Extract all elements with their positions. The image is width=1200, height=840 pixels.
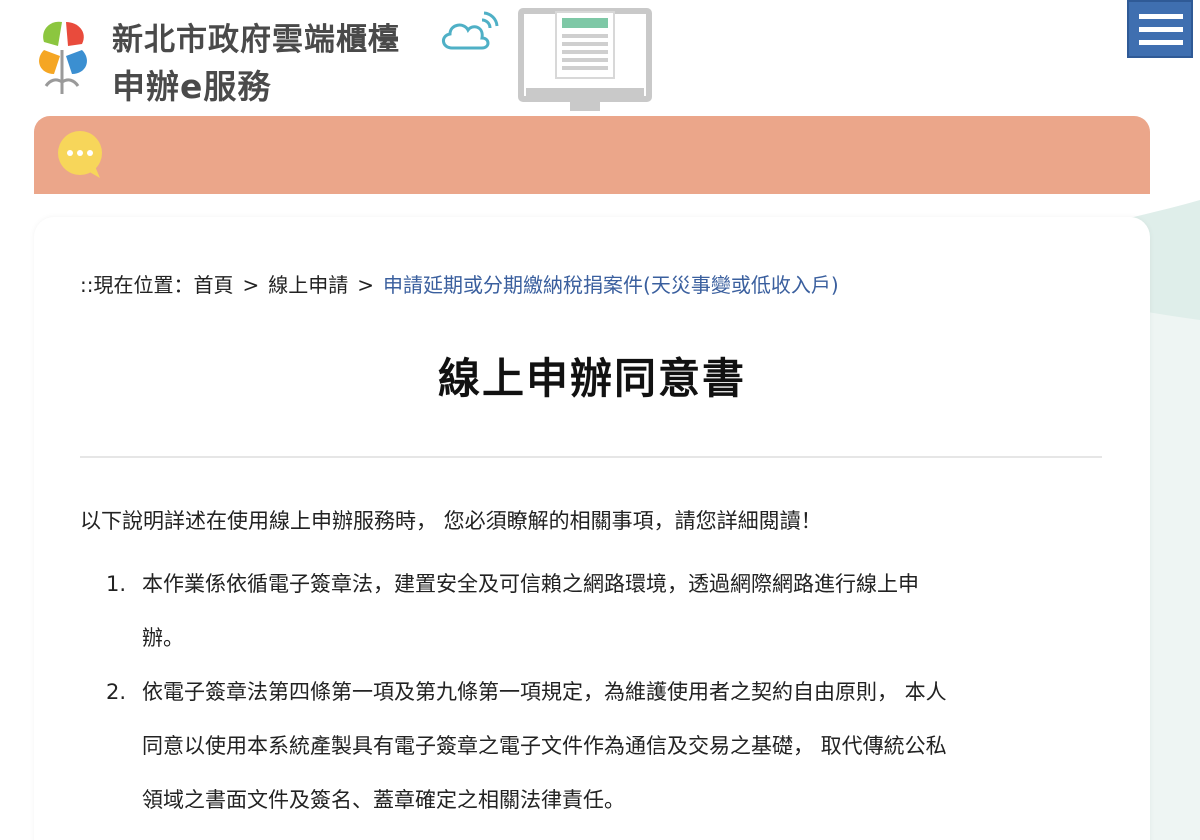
term-line: 領域之書面文件及簽名、蓋章確定之相關法律責任。	[142, 788, 625, 812]
term-line: 本作業係依循電子簽章法，建置安全及可信賴之網路環境，透過網際網路進行線上申	[142, 572, 919, 596]
site-header: 新北市政府雲端櫃檯 申辦e服務	[0, 0, 1200, 116]
page-banner	[34, 116, 1150, 194]
menu-button[interactable]	[1127, 0, 1193, 58]
term-number: 1.	[106, 572, 127, 596]
terms-list: 1. 本作業係依循電子簽章法，建置安全及可信賴之網路環境，透過網際網路進行線上申…	[80, 557, 1110, 827]
breadcrumb-separator: >	[357, 273, 375, 297]
cloud-wifi-icon	[442, 11, 499, 50]
monitor-document-icon	[518, 8, 652, 111]
term-number: 2.	[106, 680, 127, 704]
breadcrumb: ::現在位置：首頁 > 線上申請 > 申請延期或分期繳納稅捐案件(天災事變或低收入戶)	[80, 269, 839, 298]
menu-icon	[1139, 40, 1183, 45]
breadcrumb-separator: >	[242, 273, 260, 297]
term-item: 1. 本作業係依循電子簽章法，建置安全及可信賴之網路環境，透過網際網路進行線上申…	[80, 557, 1110, 665]
menu-icon	[1139, 14, 1183, 19]
term-item: 2. 依電子簽章法第四條第一項及第九條第一項規定，為維護使用者之契約自由原則， …	[80, 665, 1110, 827]
breadcrumb-online-apply-link[interactable]: 線上申請	[268, 273, 348, 297]
breadcrumb-home-link[interactable]: 首頁	[193, 273, 233, 297]
breadcrumb-prefix: ::現在位置：	[80, 273, 194, 297]
logo-icon[interactable]	[30, 16, 94, 100]
page-title: 線上申辦同意書	[437, 354, 746, 403]
site-subtitle: 申辦e服務	[112, 67, 272, 106]
intro-text: 以下說明詳述在使用線上申辦服務時， 您必須瞭解的相關事項，請您詳細閱讀！	[80, 509, 822, 533]
site-title: 新北市政府雲端櫃檯	[112, 22, 400, 58]
term-line: 辦。	[142, 626, 184, 650]
breadcrumb-current-link[interactable]: 申請延期或分期繳納稅捐案件(天災事變或低收入戶)	[383, 273, 839, 297]
content-card: ::現在位置：首頁 > 線上申請 > 申請延期或分期繳納稅捐案件(天災事變或低收入戶) …	[34, 217, 1150, 840]
title-divider	[80, 456, 1102, 458]
term-line: 依電子簽章法第四條第一項及第九條第一項規定，為維護使用者之契約自由原則， 本人	[142, 680, 947, 704]
chat-bubble-icon	[58, 131, 102, 178]
term-line: 同意以使用本系統產製具有電子簽章之電子文件作為通信及交易之基礎， 取代傳統公私	[142, 734, 947, 758]
menu-icon	[1139, 27, 1183, 32]
